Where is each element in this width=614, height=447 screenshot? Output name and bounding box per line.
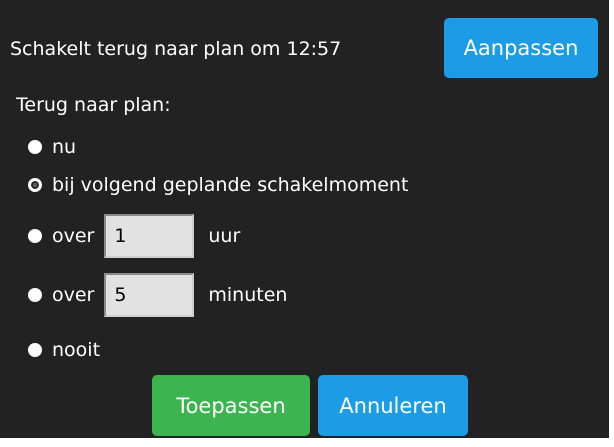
option-now[interactable]: nu [28, 136, 76, 158]
option-minutes-unit: minuten [208, 284, 288, 306]
hours-input[interactable] [104, 214, 195, 258]
option-hours-prefix: over [52, 225, 95, 247]
apply-button[interactable]: Toepassen [152, 375, 310, 436]
radio-minutes[interactable] [28, 288, 42, 302]
radio-now[interactable] [28, 140, 42, 154]
option-hours-unit: uur [208, 225, 241, 247]
option-minutes[interactable]: over minuten [28, 273, 287, 317]
option-now-label: nu [52, 136, 77, 158]
radio-hours[interactable] [28, 229, 42, 243]
option-next-scheduled-label: bij volgend geplande schakelmoment [52, 174, 409, 196]
option-minutes-prefix: over [52, 284, 95, 306]
radio-next-scheduled[interactable] [28, 178, 42, 192]
override-panel: Schakelt terug naar plan om 12:57 Aanpas… [0, 0, 609, 438]
section-label: Terug naar plan: [16, 94, 171, 116]
adjust-button[interactable]: Aanpassen [444, 18, 598, 78]
option-never-label: nooit [52, 339, 101, 361]
option-next-scheduled[interactable]: bij volgend geplande schakelmoment [28, 174, 408, 196]
option-never[interactable]: nooit [28, 339, 100, 361]
option-hours[interactable]: over uur [28, 214, 240, 258]
cancel-button[interactable]: Annuleren [318, 375, 468, 436]
status-text: Schakelt terug naar plan om 12:57 [10, 38, 342, 60]
minutes-input[interactable] [104, 273, 195, 317]
radio-never[interactable] [28, 343, 42, 357]
